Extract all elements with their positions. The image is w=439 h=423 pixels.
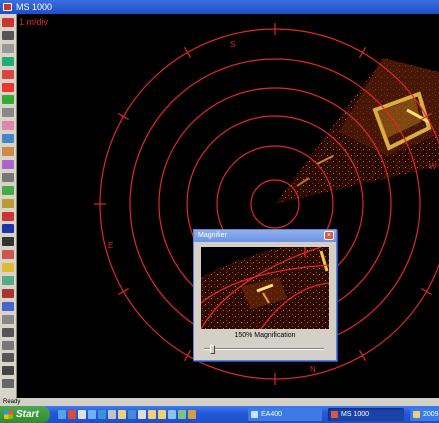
- task-ms1000-label: MS 1000: [341, 411, 370, 418]
- compass-icon[interactable]: [2, 366, 14, 376]
- magnification-caption: 150% Magnification: [234, 332, 296, 339]
- quicklaunch-help-icon[interactable]: [128, 410, 136, 419]
- zoom-icon[interactable]: [2, 276, 14, 285]
- left-toolbar: [0, 14, 17, 398]
- quicklaunch-tool-icon[interactable]: [108, 410, 116, 419]
- color-icon[interactable]: [2, 159, 14, 169]
- window-titlebar[interactable]: MS 1000: [0, 0, 439, 14]
- quicklaunch-paint-icon[interactable]: [188, 410, 196, 419]
- bearing-label-south: S: [230, 40, 235, 49]
- flag-icon[interactable]: [2, 288, 14, 298]
- gear-icon[interactable]: [2, 379, 14, 389]
- marker-icon[interactable]: [2, 211, 14, 221]
- save-icon[interactable]: [2, 30, 14, 40]
- task-ea400-icon: [251, 411, 258, 418]
- palette-icon[interactable]: [2, 263, 14, 273]
- quicklaunch-notes-icon[interactable]: [118, 410, 126, 419]
- filter-icon[interactable]: [2, 147, 14, 156]
- quicklaunch-calc-icon[interactable]: [178, 410, 186, 419]
- open-icon[interactable]: [2, 18, 14, 27]
- bearing-label-west: W: [429, 162, 437, 171]
- bearing-label-east: E: [108, 241, 113, 250]
- ruler-icon[interactable]: [2, 198, 14, 208]
- quicklaunch-app-icon[interactable]: [68, 410, 76, 419]
- line-icon[interactable]: [2, 327, 14, 337]
- book-icon[interactable]: [2, 224, 14, 234]
- task-2009-label: 2009: [423, 411, 439, 418]
- quicklaunch-media-icon[interactable]: [88, 410, 96, 419]
- magnifier-window[interactable]: Magnifier × 150% Magnification: [193, 229, 337, 361]
- magnified-view: [201, 247, 329, 329]
- gain-icon[interactable]: [2, 134, 14, 144]
- close-button[interactable]: ×: [324, 231, 334, 240]
- bearing-tick: [183, 350, 192, 362]
- slider-thumb[interactable]: [209, 345, 215, 354]
- bearing-tick: [117, 112, 129, 121]
- grid-icon[interactable]: [2, 250, 14, 260]
- play-icon[interactable]: [2, 95, 14, 105]
- settings-icon[interactable]: [2, 108, 14, 118]
- status-text: Ready: [3, 399, 21, 405]
- pointer-icon[interactable]: [2, 237, 14, 247]
- bearing-label-north: N: [310, 365, 316, 374]
- task-ea400-label: EA400: [261, 411, 283, 418]
- quicklaunch-desktop-icon[interactable]: [78, 410, 86, 419]
- bearing-tick: [358, 350, 367, 362]
- task-button-2009[interactable]: 2009: [410, 408, 439, 421]
- windows-logo-icon: [4, 410, 13, 419]
- magnifier-titlebar[interactable]: Magnifier ×: [194, 230, 336, 242]
- magnification-slider[interactable]: [204, 345, 324, 354]
- link-icon[interactable]: [2, 185, 14, 195]
- bearing-tick: [183, 46, 192, 58]
- status-bar: Ready: [0, 398, 439, 406]
- task-ms1000-icon: [331, 411, 338, 418]
- tool-icon[interactable]: [2, 353, 14, 363]
- sonar-sweep-sector: [275, 58, 439, 204]
- record-icon[interactable]: [2, 69, 14, 79]
- app-icon: [3, 3, 12, 11]
- measure-icon[interactable]: [2, 314, 14, 324]
- quicklaunch-explorer-icon[interactable]: [168, 410, 176, 419]
- bearing-tick: [117, 287, 129, 296]
- task-button-ea400[interactable]: EA400: [248, 408, 322, 421]
- slider-track: [204, 348, 324, 350]
- quicklaunch-word-icon[interactable]: [138, 410, 146, 419]
- start-label: Start: [16, 409, 39, 420]
- magnifier-title: Magnifier: [198, 232, 227, 239]
- erase-icon[interactable]: [2, 56, 14, 66]
- quicklaunch-ie-icon[interactable]: [58, 410, 66, 419]
- layers-icon[interactable]: [2, 301, 14, 311]
- taskbar: Start EA400 MS 1000 2009: [0, 406, 439, 423]
- quicklaunch-folder-icon[interactable]: [98, 410, 106, 419]
- quicklaunch-folder2-icon[interactable]: [148, 410, 156, 419]
- quicklaunch-folder3-icon[interactable]: [158, 410, 166, 419]
- window-title: MS 1000: [16, 2, 53, 12]
- stop-icon[interactable]: [2, 82, 14, 92]
- scale-label: 1 m/div: [19, 17, 49, 27]
- task-button-ms1000[interactable]: MS 1000: [328, 408, 404, 421]
- task-folder-icon: [413, 411, 420, 418]
- range-icon[interactable]: [2, 121, 14, 131]
- text-icon[interactable]: [2, 340, 14, 350]
- bearing-tick: [421, 287, 433, 296]
- pen-icon[interactable]: [2, 172, 14, 182]
- start-button[interactable]: Start: [0, 406, 50, 423]
- bearing-tick: [358, 46, 367, 58]
- print-icon[interactable]: [2, 43, 14, 53]
